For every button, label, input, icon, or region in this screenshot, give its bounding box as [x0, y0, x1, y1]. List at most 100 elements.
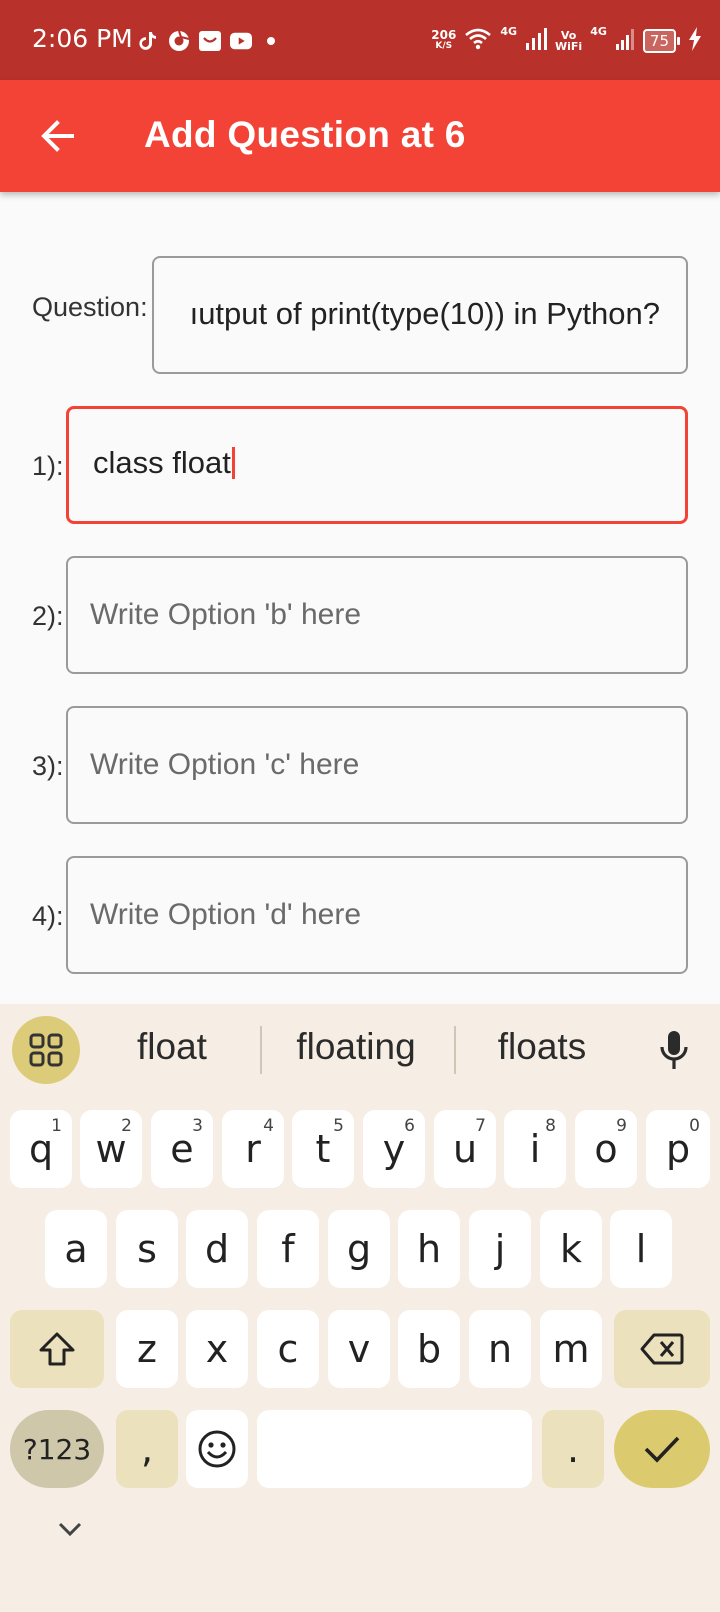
signal-icon-1 — [525, 27, 548, 56]
suggestion-2[interactable]: floating — [276, 1026, 436, 1068]
voice-input-button[interactable] — [652, 1026, 696, 1074]
option-4-label: 4): — [32, 901, 64, 931]
key-hint: 9 — [616, 1116, 627, 1136]
chevron-down-icon — [58, 1522, 82, 1536]
key-hint: 3 — [192, 1116, 203, 1136]
key-label: u — [452, 1127, 478, 1171]
signal-icon-2 — [615, 27, 635, 56]
volte-bottom: WiFi — [555, 40, 583, 53]
question-input[interactable]: ıutput of print(type(10)) in Python? — [152, 256, 688, 374]
question-input-value: ıutput of print(type(10)) in Python? — [189, 296, 660, 331]
key-k[interactable]: k — [540, 1210, 602, 1288]
key-u[interactable]: u7 — [434, 1110, 496, 1188]
key-label: m — [552, 1327, 590, 1371]
page-title: Add Question at 6 — [144, 114, 466, 155]
key-label: a — [64, 1227, 88, 1271]
back-button[interactable] — [30, 108, 86, 164]
key-hint: 1 — [51, 1116, 62, 1136]
key-hint: 7 — [475, 1116, 486, 1136]
comma-key[interactable]: , — [116, 1410, 178, 1488]
key-label: x — [205, 1327, 229, 1371]
key-label: c — [277, 1327, 299, 1371]
key-f[interactable]: f — [257, 1210, 319, 1288]
key-y[interactable]: y6 — [363, 1110, 425, 1188]
key-hint: 2 — [121, 1116, 132, 1136]
microphone-icon — [660, 1031, 688, 1069]
battery-indicator: 75 — [642, 29, 681, 53]
apps-grid-icon — [29, 1033, 63, 1067]
period-key[interactable]: . — [542, 1410, 604, 1488]
option-3-label: 3): — [32, 751, 64, 781]
key-label: y — [382, 1127, 406, 1171]
key-label: q — [28, 1127, 54, 1171]
key-label: e — [170, 1127, 194, 1171]
key-b[interactable]: b — [398, 1310, 460, 1388]
key-l[interactable]: l — [610, 1210, 672, 1288]
backspace-key[interactable] — [614, 1310, 710, 1388]
key-label: . — [566, 1427, 580, 1471]
option-a-input[interactable]: class float — [66, 406, 688, 524]
shift-arrow-icon — [39, 1332, 75, 1366]
network-type-2: 4G — [590, 25, 607, 38]
status-bar: 2:06 PM 206 K/S 4G Vo WiFi 4G 75 — [0, 0, 720, 80]
key-i[interactable]: i8 — [504, 1110, 566, 1188]
option-c-placeholder: Write Option 'c' here — [90, 748, 360, 781]
suggestion-1[interactable]: float — [102, 1026, 242, 1068]
volte-indicator: Vo WiFi — [555, 30, 582, 52]
key-r[interactable]: r4 — [222, 1110, 284, 1188]
key-n[interactable]: n — [469, 1310, 531, 1388]
key-q[interactable]: q1 — [10, 1110, 72, 1188]
emoji-key[interactable] — [186, 1410, 248, 1488]
chrome-like-icon — [168, 30, 190, 52]
text-cursor — [231, 446, 235, 479]
enter-key[interactable] — [614, 1410, 710, 1488]
suggestion-bar: float floating floats — [0, 1004, 720, 1096]
key-label: f — [281, 1227, 295, 1271]
key-w[interactable]: w2 — [80, 1110, 142, 1188]
key-label: , — [140, 1427, 154, 1471]
suggestion-divider — [454, 1026, 456, 1074]
keyboard-apps-button[interactable] — [12, 1016, 80, 1084]
key-c[interactable]: c — [257, 1310, 319, 1388]
key-h[interactable]: h — [398, 1210, 460, 1288]
option-b-placeholder: Write Option 'b' here — [90, 598, 362, 631]
key-a[interactable]: a — [45, 1210, 107, 1288]
key-s[interactable]: s — [116, 1210, 178, 1288]
key-label: o — [594, 1127, 618, 1171]
charging-bolt-icon — [688, 26, 702, 56]
key-label: r — [245, 1127, 261, 1171]
option-b-input[interactable]: Write Option 'b' here — [66, 556, 688, 674]
key-t[interactable]: t5 — [292, 1110, 354, 1188]
space-key[interactable] — [257, 1410, 532, 1488]
key-label: t — [315, 1127, 331, 1171]
checkmark-icon — [644, 1436, 680, 1463]
network-speed-value: 206 — [431, 28, 457, 42]
key-label: b — [416, 1327, 442, 1371]
key-o[interactable]: o9 — [575, 1110, 637, 1188]
suggestion-3[interactable]: floats — [470, 1026, 614, 1068]
symbols-key[interactable]: ?123 — [10, 1410, 104, 1488]
key-x[interactable]: x — [186, 1310, 248, 1388]
key-label: i — [529, 1127, 541, 1171]
key-label: j — [494, 1227, 506, 1271]
key-j[interactable]: j — [469, 1210, 531, 1288]
option-d-input[interactable]: Write Option 'd' here — [66, 856, 688, 974]
key-m[interactable]: m — [540, 1310, 602, 1388]
key-v[interactable]: v — [328, 1310, 390, 1388]
key-label: l — [635, 1227, 647, 1271]
key-p[interactable]: p0 — [646, 1110, 710, 1188]
key-e[interactable]: e3 — [151, 1110, 213, 1188]
key-z[interactable]: z — [116, 1310, 178, 1388]
key-hint: 0 — [689, 1116, 700, 1136]
key-g[interactable]: g — [328, 1210, 390, 1288]
key-label: z — [137, 1327, 157, 1371]
suggestion-divider — [260, 1026, 262, 1074]
emoji-icon — [198, 1430, 236, 1468]
key-label: d — [204, 1227, 230, 1271]
shift-key[interactable] — [10, 1310, 104, 1388]
status-time: 2:06 PM — [32, 24, 133, 53]
collapse-keyboard-button[interactable] — [52, 1514, 88, 1544]
option-c-input[interactable]: Write Option 'c' here — [66, 706, 688, 824]
key-d[interactable]: d — [186, 1210, 248, 1288]
key-hint: 5 — [333, 1116, 344, 1136]
